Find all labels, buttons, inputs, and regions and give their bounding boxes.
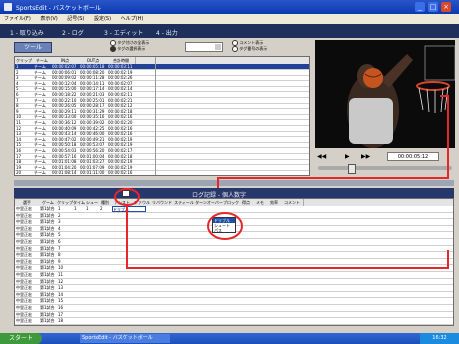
callout-circle-tool (114, 188, 140, 206)
callout-overlay (114, 95, 449, 269)
taskbar-clock: 16:32 (420, 333, 459, 344)
callout-line-video (217, 95, 449, 188)
callout-line-tool (126, 205, 449, 269)
taskbar-task[interactable]: SportsEdit - バスケットボール (80, 334, 170, 343)
start-button[interactable]: スタート (0, 333, 42, 344)
taskbar: スタート SportsEdit - バスケットボール 16:32 (0, 333, 459, 344)
callout-circle-dropdown (207, 212, 243, 240)
